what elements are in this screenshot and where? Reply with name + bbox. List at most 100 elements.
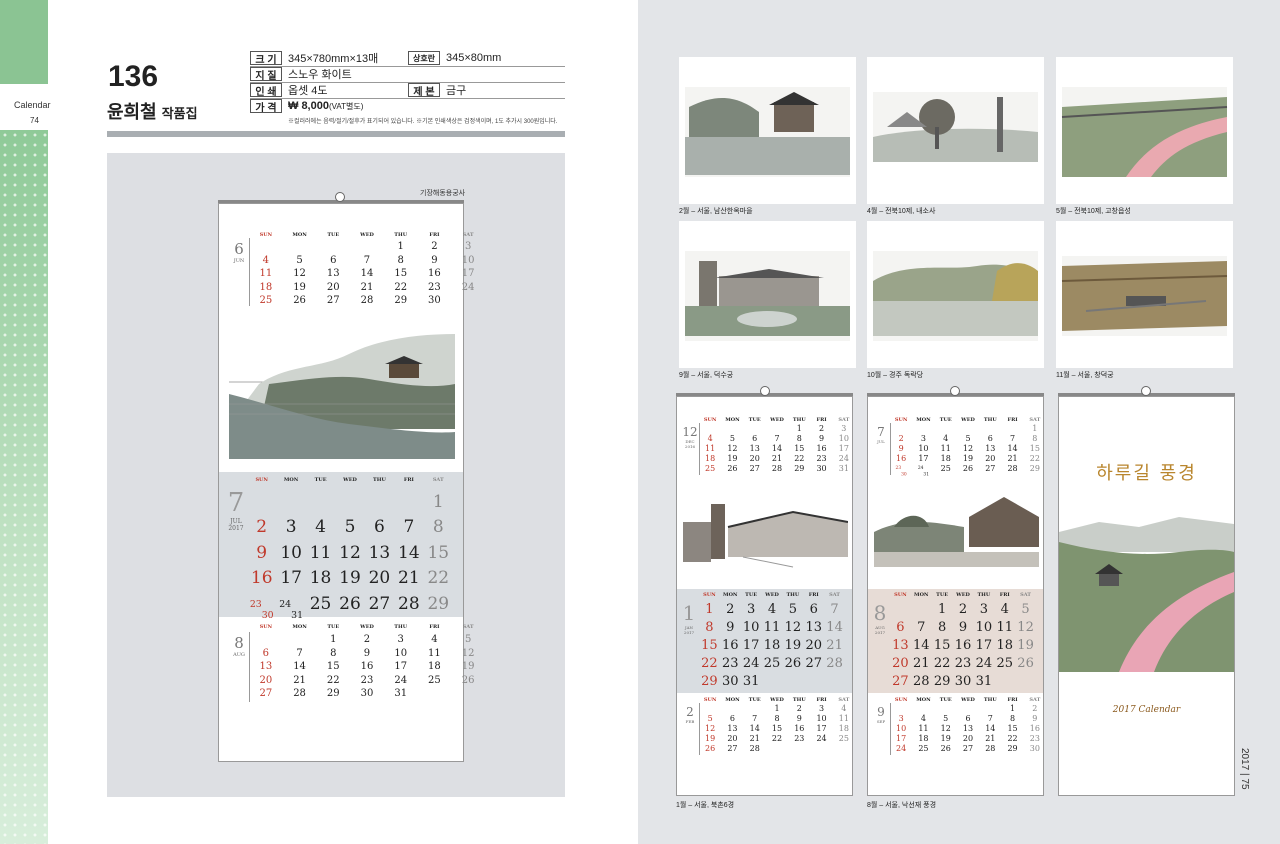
day-cell: 12: [461, 647, 475, 659]
day-cell: 30: [360, 688, 374, 700]
day-cell: 1: [1032, 424, 1038, 433]
day-cell: 19: [339, 568, 361, 589]
day-cell: 17: [918, 454, 929, 463]
weekday-label: WED: [360, 232, 374, 238]
photo-may: [1056, 57, 1233, 204]
day-cell: 28: [826, 656, 843, 671]
day-cell: 23: [954, 656, 972, 671]
day-cell: 11: [259, 268, 273, 280]
calendar-aug: 7 JUL SUN MON TUE WED THU FRI SAT 1 2 3 4 5 6 7 8 9 10 11…: [867, 396, 1044, 796]
day-cell: 28: [985, 744, 996, 753]
day-cell: 7: [752, 714, 758, 723]
day-cell: 21: [398, 568, 420, 589]
day-cell: 13: [368, 542, 391, 563]
caption-sep: 9월 – 서울, 덕수궁: [679, 372, 734, 379]
day-cell: [249, 240, 283, 254]
day-cell: 17: [838, 444, 849, 453]
day-cell: 10: [838, 434, 849, 443]
spec-price: 가 격 ₩ 8,000 (VAT별도): [250, 98, 363, 114]
caption-feb: 2월 – 서울, 남산한옥마을: [679, 208, 753, 215]
day-cell: 9: [431, 254, 438, 266]
day-cell: 30: [816, 464, 827, 473]
day-cell: 17: [461, 268, 475, 280]
weekday-label: MON: [916, 697, 931, 703]
weekday-label: WED: [343, 477, 357, 483]
weekday-label: FRI: [816, 417, 827, 423]
day-cell: 19: [293, 281, 306, 293]
day-cell: [418, 687, 452, 701]
weekday-label: THU: [983, 697, 997, 703]
day-cell: 29: [1029, 464, 1040, 473]
caption-nov: 11월 – 서울, 창덕궁: [1056, 372, 1114, 379]
day-cell: 14: [293, 661, 306, 673]
weekday-label: FRI: [808, 592, 819, 598]
weekday-label: THU: [792, 417, 806, 423]
weekday-header: SUN MON TUE WED THU FRI SAT: [890, 592, 1036, 598]
day-cell: [699, 424, 721, 434]
month-grid-sep: 1 2 3 4 5 6 7 8 9 10 11 12 13 14 15 16 17 18 19 20 21 22 23 24 2…: [890, 704, 1046, 754]
day-cell: 17: [896, 734, 907, 743]
day-cell: 5: [965, 434, 971, 443]
day-cell: 5: [296, 254, 303, 266]
day-cell: 23: [1029, 734, 1040, 743]
weekday-label: SUN: [703, 592, 716, 598]
day-cell: [979, 704, 1001, 714]
day-cell: 18: [838, 724, 849, 733]
day-cell: [283, 633, 317, 647]
day-cell: 16: [896, 454, 907, 463]
weekday-header: SUN MON TUE WED THU FRI SAT: [249, 624, 485, 630]
hanger-hook-icon: [1141, 386, 1151, 396]
day-cell: 15: [1007, 724, 1018, 733]
day-cell: 10: [742, 620, 760, 635]
weekday-label: MON: [916, 417, 931, 423]
day-cell: 26: [293, 295, 306, 307]
weekday-label: THU: [977, 592, 991, 598]
day-cell: 21: [985, 734, 996, 743]
caption-jan: 1월 – 서울, 북촌6경: [676, 802, 735, 809]
weekday-label: MON: [723, 592, 738, 598]
day-cell: [365, 490, 394, 515]
weekday-label: TUE: [936, 592, 949, 598]
day-cell: 1: [397, 241, 404, 252]
day-cell: 17: [816, 724, 827, 733]
day-cell: 21: [771, 454, 783, 463]
day-cell: 20: [368, 568, 391, 589]
month-grid-jun: 1 2 3 4 5 6 7 8 9 10 11 12 13 14 15 16 17 18 19 20 21 22 23 24 2…: [249, 240, 485, 308]
photo-sep: [679, 221, 856, 368]
hanger-hook-icon: [760, 386, 770, 396]
day-cell: 14: [360, 268, 374, 280]
day-cell: 30: [722, 674, 739, 689]
day-cell: 27: [368, 593, 391, 614]
day-cell: 27: [326, 295, 340, 307]
day-cell: 20: [962, 734, 974, 743]
day-cell: 24: [975, 656, 993, 671]
day-cell: 22: [394, 281, 408, 293]
page-number-left: 74: [30, 116, 39, 125]
month-grid-jan: 1 2 3 4 5 6 7 8 9 10 11 12 13 14 15 16 17 18 19 20 21 22 23 24 2…: [699, 601, 845, 691]
day-cell: 21: [749, 734, 760, 743]
caption-may: 5월 – 전북10제, 고창읍성: [1056, 208, 1131, 215]
day-cell: 2431: [279, 598, 304, 621]
day-cell: 30: [1029, 744, 1040, 753]
day-cell: 25: [763, 656, 781, 671]
month-number-dec: 12 DEC 2016: [682, 425, 698, 449]
day-cell: 26: [339, 593, 361, 614]
day-cell: 15: [326, 661, 340, 673]
day-cell: 6: [987, 434, 993, 443]
day-cell: [782, 673, 803, 691]
day-cell: 13: [805, 620, 822, 635]
day-cell: 9: [819, 434, 825, 443]
day-cell: 18: [996, 638, 1013, 653]
day-cell: 17: [280, 568, 302, 589]
day-cell: [721, 704, 743, 714]
day-cell: 14: [771, 444, 783, 453]
day-cell: 9: [726, 620, 735, 635]
day-cell: 4: [1000, 602, 1009, 617]
day-cell: 25: [918, 744, 929, 753]
day-cell: 13: [962, 724, 974, 733]
day-cell: [810, 744, 832, 754]
day-cell: 14: [913, 638, 930, 653]
divider: [250, 82, 565, 83]
day-cell: 2: [819, 424, 825, 433]
day-cell: 17: [975, 638, 993, 653]
